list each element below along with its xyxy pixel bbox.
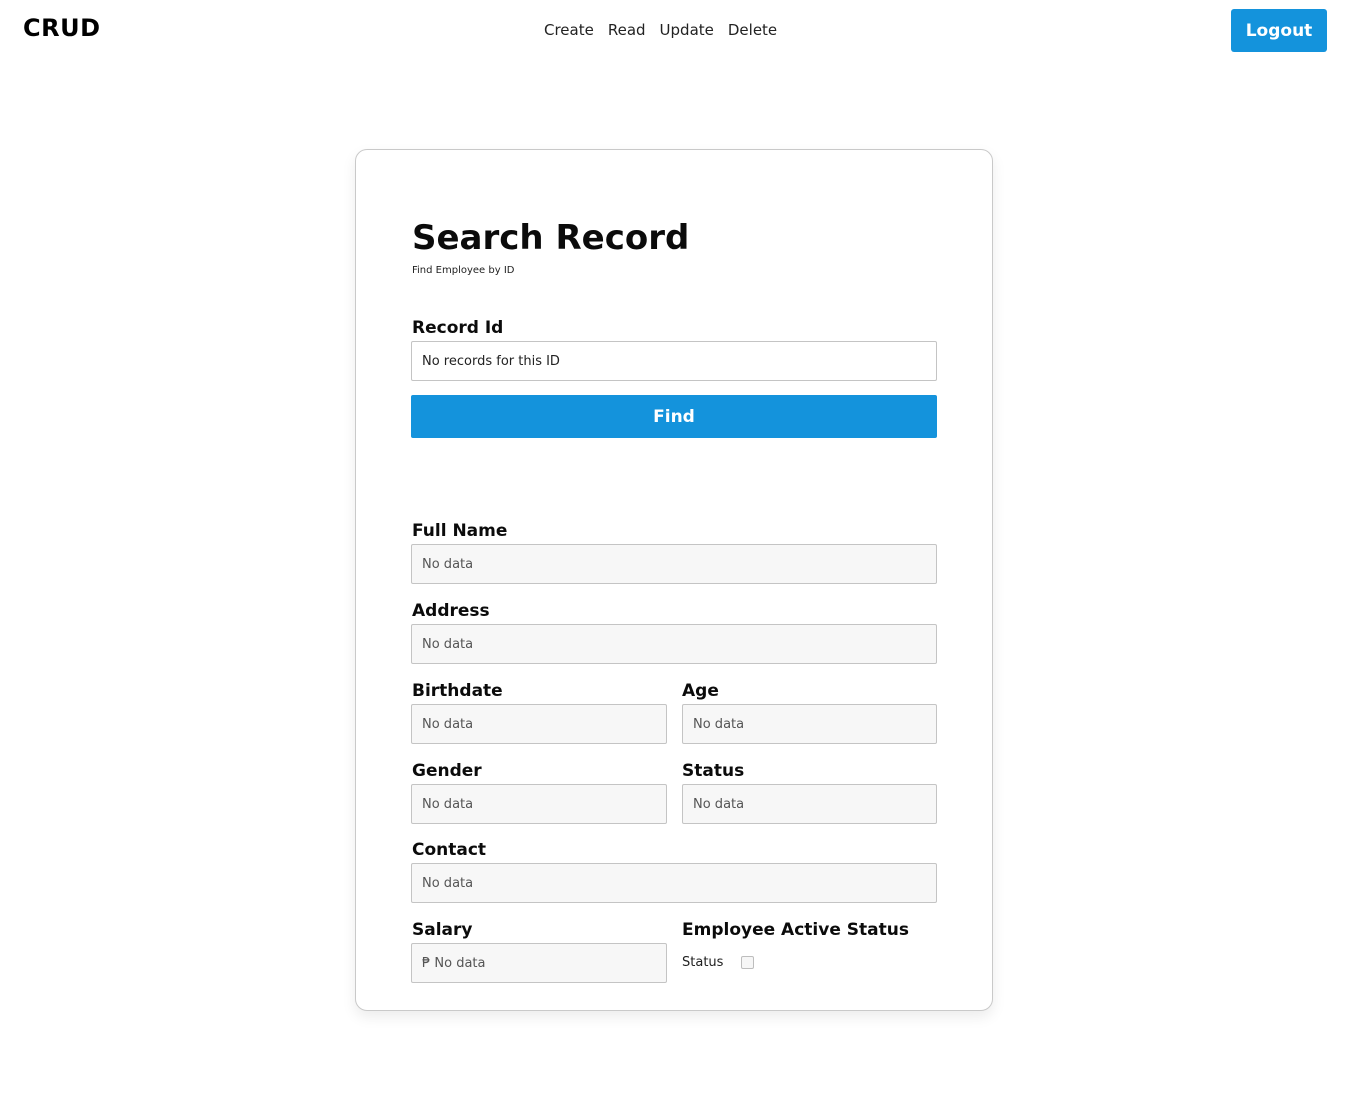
status-label: Status [682, 761, 745, 781]
birthdate-field[interactable]: No data [411, 704, 667, 744]
logout-button[interactable]: Logout [1231, 9, 1327, 52]
search-record-card: Search Record Find Employee by ID Record… [355, 149, 993, 1011]
nav-link-create[interactable]: Create [544, 21, 594, 39]
nav-link-delete[interactable]: Delete [728, 21, 777, 39]
gender-label: Gender [412, 761, 482, 781]
full-name-field[interactable]: No data [411, 544, 937, 584]
nav-link-update[interactable]: Update [660, 21, 714, 39]
record-id-input[interactable]: No records for this ID [411, 341, 937, 381]
record-id-label: Record Id [412, 318, 504, 338]
address-label: Address [412, 601, 490, 621]
active-status-checkbox[interactable] [741, 956, 754, 969]
age-label: Age [682, 681, 719, 701]
nav-link-read[interactable]: Read [608, 21, 646, 39]
brand-logo[interactable]: CRUD [23, 14, 101, 42]
salary-field[interactable]: ₱ No data [411, 943, 667, 983]
page-title: Search Record [412, 218, 690, 258]
contact-label: Contact [412, 840, 487, 860]
active-status-checkbox-label: Status [682, 955, 724, 970]
full-name-label: Full Name [412, 521, 508, 541]
gender-field[interactable]: No data [411, 784, 667, 824]
find-button[interactable]: Find [411, 395, 937, 438]
status-field[interactable]: No data [682, 784, 937, 824]
address-field[interactable]: No data [411, 624, 937, 664]
page-subtitle: Find Employee by ID [412, 265, 515, 276]
contact-field[interactable]: No data [411, 863, 937, 903]
salary-label: Salary [412, 920, 473, 940]
top-navbar: CRUD Create Read Update Delete Logout [0, 0, 1346, 62]
employee-active-status-label: Employee Active Status [682, 920, 909, 940]
birthdate-label: Birthdate [412, 681, 503, 701]
nav-links: Create Read Update Delete [544, 21, 777, 39]
age-field[interactable]: No data [682, 704, 937, 744]
